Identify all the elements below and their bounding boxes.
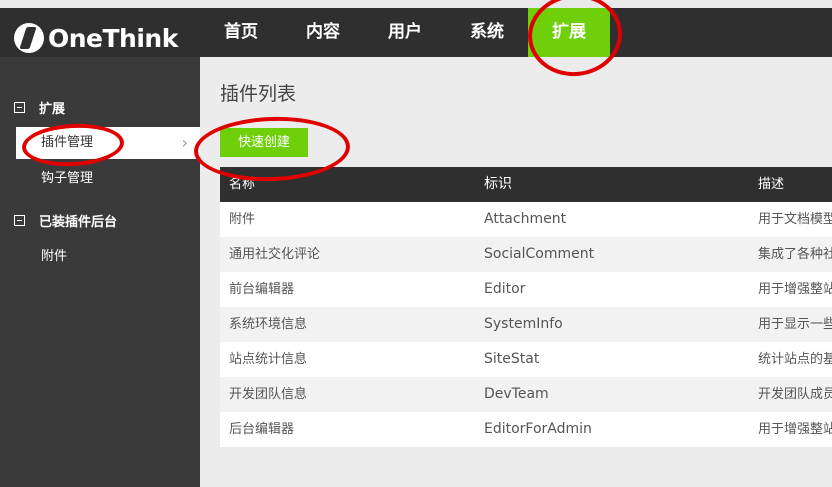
main-content: 插件列表 快速创建 名称 标识 描述 附件 Attachment 用于文档模型 …	[200, 57, 832, 487]
plugin-description: 用于增强整站	[758, 282, 832, 297]
plugin-name: 开发团队信息	[229, 387, 308, 402]
sidebar-item-label: 钩子管理	[41, 171, 94, 186]
sidebar: 扩展 插件管理 › 钩子管理 已装插件后台 附件	[0, 57, 200, 487]
nav-extensions[interactable]: 扩展	[528, 8, 610, 57]
plugin-identifier: SocialComment	[484, 246, 595, 262]
plugin-identifier: Attachment	[484, 211, 567, 227]
plugin-description: 统计站点的基	[758, 352, 832, 367]
table-row[interactable]: 前台编辑器 Editor 用于增强整站	[220, 272, 832, 307]
brand-logo[interactable]: OneThink	[14, 20, 178, 56]
brand-name: OneThink	[48, 23, 178, 53]
table-row[interactable]: 站点统计信息 SiteStat 统计站点的基	[220, 342, 832, 377]
table-row[interactable]: 附件 Attachment 用于文档模型	[220, 202, 832, 237]
plugin-identifier: Editor	[484, 281, 526, 297]
plugin-description: 集成了各种社	[758, 247, 832, 262]
chevron-right-icon: ›	[181, 133, 188, 152]
table-row[interactable]: 开发团队信息 DevTeam 开发团队成员	[220, 377, 832, 412]
sidebar-item-hook-management[interactable]: 钩子管理	[16, 163, 200, 195]
plugin-name: 站点统计信息	[229, 352, 308, 367]
nav-system[interactable]: 系统	[446, 8, 528, 57]
plugin-identifier: SystemInfo	[484, 316, 563, 332]
table-row[interactable]: 通用社交化评论 SocialComment 集成了各种社	[220, 237, 832, 272]
sidebar-group-label: 已装插件后台	[39, 215, 118, 230]
plugin-identifier: SiteStat	[484, 351, 540, 367]
sidebar-item-plugin-management[interactable]: 插件管理 ›	[16, 127, 200, 159]
plugin-description: 用于显示一些	[758, 317, 832, 332]
table-row[interactable]: 系统环境信息 SystemInfo 用于显示一些	[220, 307, 832, 342]
plugin-name: 附件	[229, 212, 256, 227]
table-header: 名称 标识 描述	[220, 167, 832, 202]
top-strip	[0, 0, 832, 8]
collapse-icon	[14, 102, 25, 113]
sidebar-item-label: 附件	[41, 249, 68, 264]
plugin-name: 后台编辑器	[229, 422, 295, 437]
quick-create-button[interactable]: 快速创建	[220, 128, 308, 157]
plugin-identifier: DevTeam	[484, 386, 549, 402]
sidebar-item-attachment[interactable]: 附件	[16, 241, 200, 273]
sidebar-group-installed-plugins[interactable]: 已装插件后台	[14, 211, 117, 230]
collapse-icon	[14, 215, 25, 226]
plugin-name: 系统环境信息	[229, 317, 308, 332]
main-nav: 首页 内容 用户 系统 扩展	[200, 8, 610, 57]
sidebar-item-label: 插件管理	[41, 135, 94, 150]
onethink-logo-icon	[14, 23, 44, 53]
plugin-name: 前台编辑器	[229, 282, 295, 297]
plugin-table: 名称 标识 描述 附件 Attachment 用于文档模型 通用社交化评论 So…	[220, 167, 832, 447]
nav-home[interactable]: 首页	[200, 8, 282, 57]
plugin-description: 开发团队成员	[758, 387, 832, 402]
page-title: 插件列表	[220, 83, 297, 105]
column-header-description[interactable]: 描述	[758, 167, 832, 202]
column-header-identifier[interactable]: 标识	[484, 167, 744, 202]
column-header-name[interactable]: 名称	[229, 167, 469, 202]
sidebar-group-extensions[interactable]: 扩展	[14, 98, 65, 117]
plugin-name: 通用社交化评论	[229, 247, 321, 262]
table-body: 附件 Attachment 用于文档模型 通用社交化评论 SocialComme…	[220, 202, 832, 447]
sidebar-group-label: 扩展	[39, 102, 66, 117]
table-row[interactable]: 后台编辑器 EditorForAdmin 用于增强整站	[220, 412, 832, 447]
plugin-description: 用于增强整站	[758, 422, 832, 437]
nav-content[interactable]: 内容	[282, 8, 364, 57]
plugin-identifier: EditorForAdmin	[484, 421, 592, 437]
nav-users[interactable]: 用户	[364, 8, 446, 57]
plugin-description: 用于文档模型	[758, 212, 832, 227]
